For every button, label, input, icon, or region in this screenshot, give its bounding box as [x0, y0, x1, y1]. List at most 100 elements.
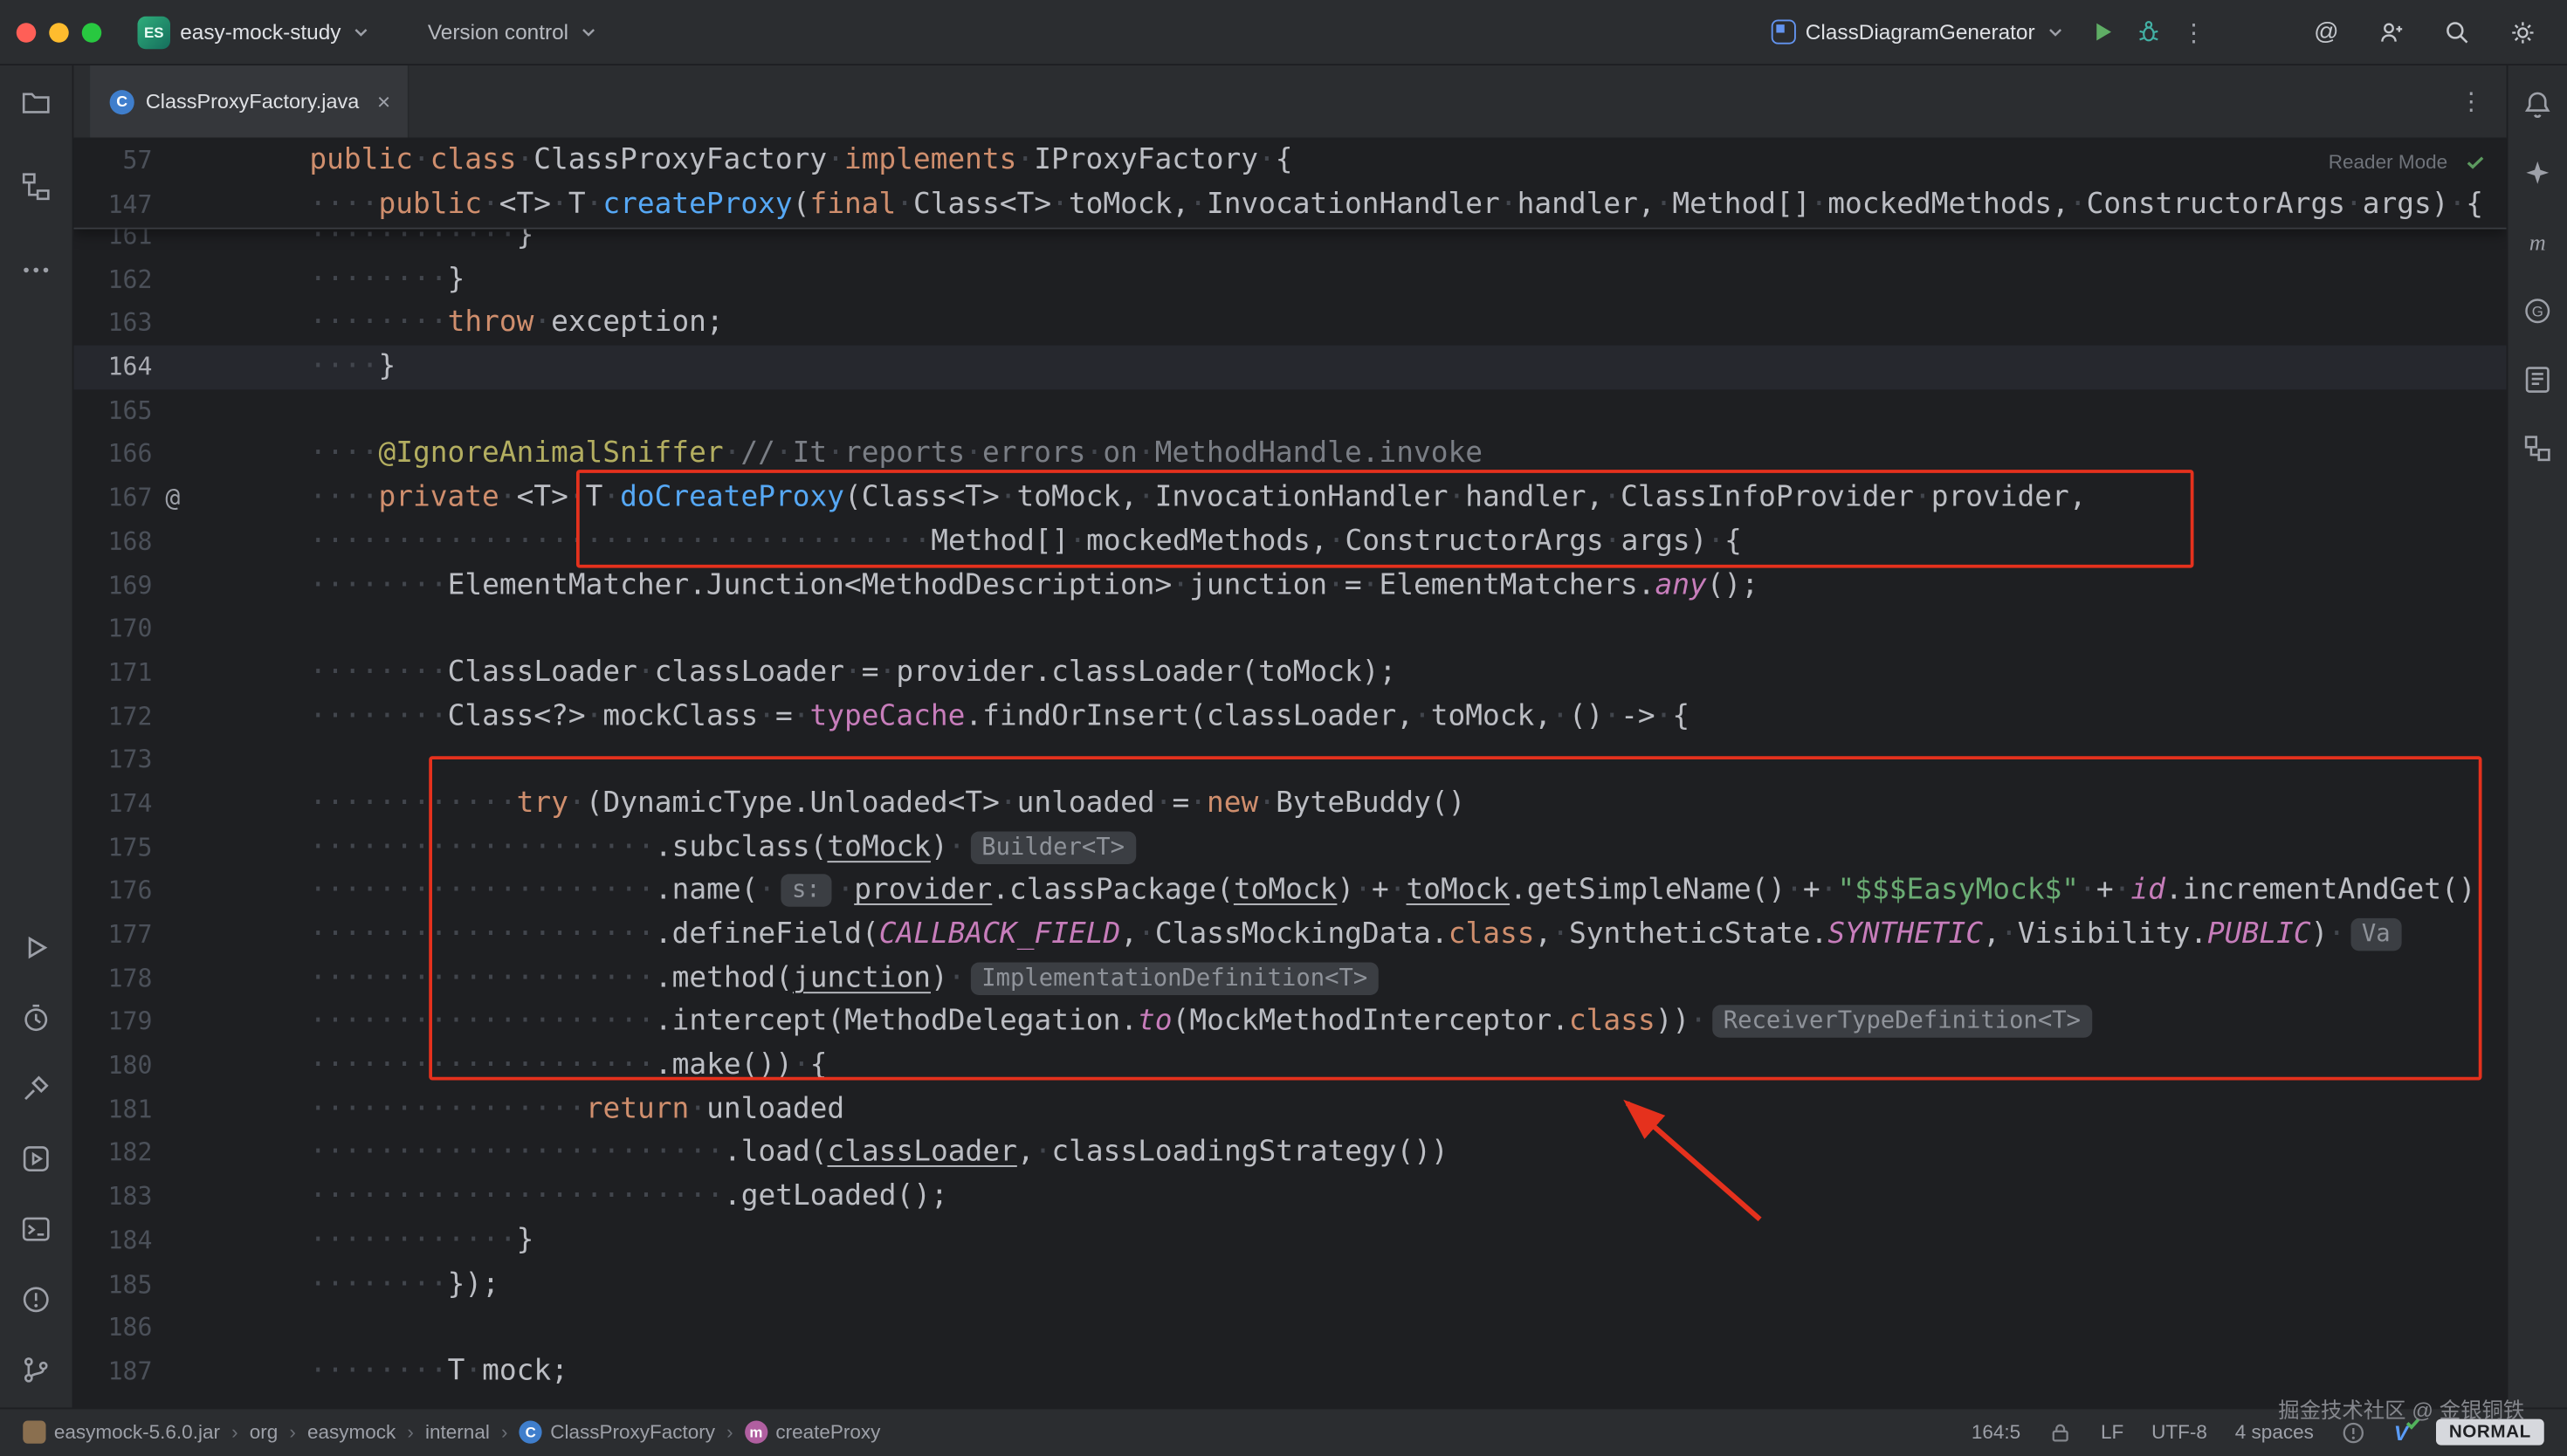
- code-line[interactable]: 180····················.make())·{: [73, 1044, 2506, 1088]
- line-number[interactable]: 174: [73, 782, 152, 826]
- line-separator-widget[interactable]: LF: [2101, 1421, 2123, 1444]
- documentation-icon[interactable]: [2518, 361, 2557, 400]
- ideavim-icon[interactable]: V: [2394, 1420, 2408, 1445]
- project-icon[interactable]: [15, 82, 58, 125]
- line-number[interactable]: 179: [73, 1000, 152, 1044]
- code-line[interactable]: 57public·class·ClassProxyFactory·impleme…: [73, 139, 2506, 183]
- close-window-button[interactable]: [17, 22, 37, 42]
- mention-at-icon[interactable]: @: [2309, 14, 2344, 50]
- line-number[interactable]: 184: [73, 1219, 152, 1263]
- run-config-widget[interactable]: ClassDiagramGenerator: [1758, 13, 2079, 51]
- code-line[interactable]: 183························.getLoaded();: [73, 1175, 2506, 1219]
- more-icon[interactable]: [15, 249, 58, 292]
- tab-classproxyfactory[interactable]: C ClassProxyFactory.java ×: [90, 65, 409, 138]
- run-button[interactable]: [2079, 9, 2125, 55]
- warning-icon[interactable]: [2342, 1420, 2366, 1445]
- code-line[interactable]: 173: [73, 738, 2506, 782]
- structure-icon[interactable]: [15, 165, 58, 208]
- inlay-hint[interactable]: ImplementationDefinition<T>: [970, 962, 1379, 995]
- line-number[interactable]: 183: [73, 1175, 152, 1219]
- code-line[interactable]: 168····································M…: [73, 520, 2506, 564]
- git-icon[interactable]: [15, 1349, 58, 1391]
- line-number[interactable]: 163: [73, 302, 152, 346]
- code-line[interactable]: 178····················.method(junction)…: [73, 957, 2506, 1000]
- lock-icon[interactable]: [2048, 1420, 2073, 1445]
- code-line[interactable]: 170: [73, 608, 2506, 651]
- inlay-hint[interactable]: ReceiverTypeDefinition<T>: [1712, 1006, 2092, 1039]
- code-line[interactable]: 185········});: [73, 1263, 2506, 1307]
- line-number[interactable]: 162: [73, 258, 152, 302]
- caret-position-widget[interactable]: 164:5: [1972, 1421, 2020, 1444]
- code-line[interactable]: 175····················.subclass(toMock)…: [73, 826, 2506, 869]
- search-icon[interactable]: [2440, 14, 2475, 50]
- inspections-ok-icon[interactable]: [2464, 151, 2487, 174]
- line-number[interactable]: 178: [73, 957, 152, 1000]
- line-number[interactable]: 180: [73, 1044, 152, 1088]
- close-tab-icon[interactable]: ×: [377, 88, 390, 114]
- minimize-window-button[interactable]: [49, 22, 69, 42]
- code-line[interactable]: 182························.load(classLo…: [73, 1131, 2506, 1175]
- line-number[interactable]: 168: [73, 520, 152, 564]
- indent-widget[interactable]: 4 spaces: [2235, 1421, 2314, 1444]
- line-number[interactable]: 187: [73, 1350, 152, 1394]
- line-number[interactable]: 176: [73, 869, 152, 913]
- line-number[interactable]: 57: [73, 139, 152, 183]
- code-line[interactable]: 165: [73, 389, 2506, 433]
- reader-mode-widget[interactable]: Reader Mode: [2329, 151, 2487, 174]
- breadcrumb-item[interactable]: easymock: [307, 1421, 396, 1444]
- encoding-widget[interactable]: UTF-8: [2151, 1421, 2207, 1444]
- ai-assistant-icon[interactable]: [2518, 154, 2557, 193]
- code-line[interactable]: 187········T·mock;: [73, 1350, 2506, 1394]
- code-line[interactable]: 167@····private·<T>·T·doCreateProxy(Clas…: [73, 477, 2506, 520]
- build-icon[interactable]: [15, 1068, 58, 1110]
- code-line[interactable]: 181················return·unloaded: [73, 1088, 2506, 1131]
- line-number[interactable]: 166: [73, 433, 152, 477]
- vcs-widget[interactable]: Version control: [415, 13, 613, 51]
- line-number[interactable]: 181: [73, 1088, 152, 1131]
- tab-options-icon[interactable]: ⋮: [2459, 86, 2483, 116]
- breadcrumb-item[interactable]: easymock-5.6.0.jar: [23, 1421, 220, 1444]
- problems-icon[interactable]: [15, 1278, 58, 1321]
- line-number[interactable]: 186: [73, 1307, 152, 1350]
- code-line[interactable]: 162········}: [73, 258, 2506, 302]
- code-line[interactable]: 174············try·(DynamicType.Unloaded…: [73, 782, 2506, 826]
- line-number[interactable]: 172: [73, 695, 152, 738]
- maximize-window-button[interactable]: [82, 22, 102, 42]
- line-number[interactable]: 185: [73, 1263, 152, 1307]
- project-widget[interactable]: ES easy-mock-study: [125, 9, 386, 55]
- line-number[interactable]: 167: [73, 477, 152, 520]
- inlay-hint[interactable]: s:: [781, 875, 832, 908]
- run-icon[interactable]: [15, 926, 58, 969]
- code-line[interactable]: 169········ElementMatcher.Junction<Metho…: [73, 564, 2506, 608]
- code-with-me-icon[interactable]: [2374, 14, 2410, 50]
- line-number[interactable]: 175: [73, 826, 152, 869]
- breadcrumb-item[interactable]: org: [250, 1421, 279, 1444]
- code-line[interactable]: 184············}: [73, 1219, 2506, 1263]
- line-number[interactable]: 170: [73, 608, 152, 651]
- editor[interactable]: 161············}162········}163········t…: [73, 139, 2506, 1407]
- line-number[interactable]: 173: [73, 738, 152, 782]
- code-line[interactable]: 164····}: [73, 346, 2506, 389]
- code-line[interactable]: 166····@IgnoreAnimalSniffer·//·It·report…: [73, 433, 2506, 477]
- line-number[interactable]: 177: [73, 913, 152, 957]
- breadcrumb-item[interactable]: CClassProxyFactory: [520, 1421, 715, 1444]
- line-number[interactable]: 147: [73, 183, 152, 228]
- maven-icon[interactable]: m: [2518, 223, 2557, 262]
- code-line[interactable]: 172········Class<?>·mockClass·=·typeCach…: [73, 695, 2506, 738]
- code-line[interactable]: 176····················.name(·s:·provide…: [73, 869, 2506, 913]
- line-number[interactable]: 169: [73, 564, 152, 608]
- line-number[interactable]: 165: [73, 389, 152, 433]
- line-number[interactable]: 164: [73, 346, 152, 389]
- line-number[interactable]: 182: [73, 1131, 152, 1175]
- code-line[interactable]: 177····················.defineField(CALL…: [73, 913, 2506, 957]
- gradle-icon[interactable]: G: [2518, 292, 2557, 331]
- code-line[interactable]: 186: [73, 1307, 2506, 1350]
- line-number[interactable]: 171: [73, 651, 152, 695]
- inlay-hint[interactable]: Va: [2350, 918, 2402, 951]
- settings-gear-icon[interactable]: [2505, 14, 2541, 50]
- breadcrumb-item[interactable]: internal: [425, 1421, 490, 1444]
- code-line[interactable]: 179····················.intercept(Method…: [73, 1000, 2506, 1044]
- inlay-hint[interactable]: Builder<T>: [970, 831, 1136, 864]
- code-line[interactable]: 171········ClassLoader·classLoader·=·pro…: [73, 651, 2506, 695]
- code-line[interactable]: 163········throw·exception;: [73, 302, 2506, 346]
